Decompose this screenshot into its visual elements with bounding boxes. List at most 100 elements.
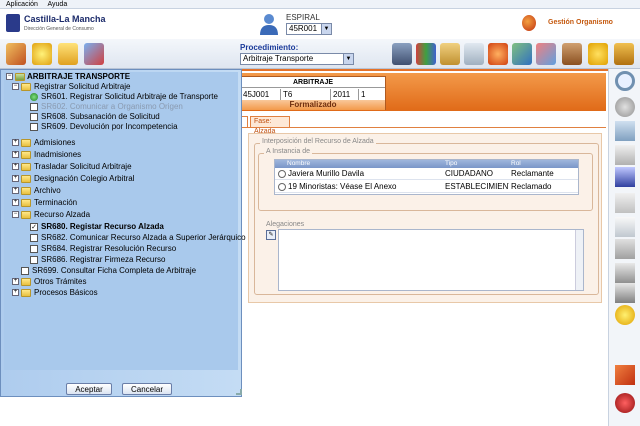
printer-icon[interactable] xyxy=(615,283,635,303)
checkbox[interactable] xyxy=(30,123,38,131)
tree-node-label: Terminación xyxy=(34,198,78,207)
user-icon xyxy=(260,14,278,35)
edit-icon[interactable]: ✎ xyxy=(266,230,276,240)
gestion-organismo-link[interactable]: Gestión Organismo xyxy=(522,15,640,31)
folder-icon xyxy=(21,83,31,91)
espiral-select[interactable]: 45R001 ▼ xyxy=(286,23,332,35)
expand-icon[interactable]: + xyxy=(12,289,19,296)
abacus-icon[interactable] xyxy=(562,43,582,65)
collapse-icon[interactable]: − xyxy=(6,73,13,80)
search-folder-icon[interactable] xyxy=(512,43,532,65)
tag-icon[interactable] xyxy=(536,43,556,65)
cancel-button[interactable]: Cancelar xyxy=(122,383,172,395)
right-sidebar xyxy=(608,69,640,426)
exit-icon[interactable] xyxy=(615,393,635,413)
cell-rol: Reclamado xyxy=(511,182,552,191)
collapse-icon[interactable]: − xyxy=(12,83,19,90)
menu-ayuda[interactable]: Ayuda xyxy=(47,1,67,8)
tab-divider xyxy=(240,127,606,128)
tree-node-label: Procesos Básicos xyxy=(34,288,98,297)
alegaciones-textarea[interactable] xyxy=(278,229,584,291)
tree-leaf-label: SR680. Registar Recurso Alzada xyxy=(41,222,164,231)
active-icon xyxy=(30,93,38,101)
coat-of-arms-icon xyxy=(6,14,20,32)
trash-icon[interactable] xyxy=(615,263,635,283)
cell-tipo: ESTABLECIMIENTO xyxy=(445,182,509,191)
table-row[interactable]: 19 Minoristas: Véase El Anexo ESTABLECIM… xyxy=(275,181,578,193)
tab-fase-alzada[interactable]: Fase: Alzada xyxy=(250,116,290,135)
procedimiento-select[interactable]: Arbitraje Transporte ▼ xyxy=(240,53,354,65)
resize-handle[interactable] xyxy=(236,389,242,395)
tree-leaf-label: SR602. Comunicar a Organismo Origen xyxy=(41,102,183,111)
expand-icon[interactable]: + xyxy=(12,151,19,158)
logo-subtitle: Dirección General de Consumo xyxy=(24,26,94,32)
row-radio[interactable] xyxy=(278,170,286,178)
espiral-value: 45R001 xyxy=(289,24,318,33)
checkbox-checked[interactable]: ✓ xyxy=(30,223,38,231)
copy-icon[interactable] xyxy=(615,217,635,237)
checkbox[interactable] xyxy=(30,113,38,121)
table-row[interactable]: Javiera Murillo Davila CIUDADANO Reclama… xyxy=(275,168,578,180)
expand-icon[interactable]: + xyxy=(12,199,19,206)
cell-rol: Reclamante xyxy=(511,169,554,178)
gestion-organismo-label: Gestión Organismo xyxy=(548,19,613,26)
tree-node-label: Designación Colegio Arbitral xyxy=(34,174,135,183)
tramites-tree: − ARBITRAJE TRANSPORTE − Registrar Solic… xyxy=(4,72,246,370)
collapse-icon[interactable]: − xyxy=(12,211,19,218)
magnifier-icon[interactable] xyxy=(615,71,635,91)
menu-aplicacion[interactable]: Aplicación xyxy=(6,1,38,8)
expand-icon[interactable]: + xyxy=(12,278,19,285)
tree-leaf-label: SR608. Subsanación de Solicitud xyxy=(41,112,160,121)
pages-icon[interactable] xyxy=(615,145,635,165)
checkbox[interactable] xyxy=(30,256,38,264)
tools-icon[interactable] xyxy=(615,365,635,385)
folder-icon xyxy=(21,187,31,195)
checkbox[interactable] xyxy=(21,267,29,275)
save-icon[interactable] xyxy=(615,167,635,187)
folder-icon xyxy=(21,175,31,183)
logo: Castilla-La Mancha Dirección General de … xyxy=(6,12,106,36)
expand-icon[interactable]: + xyxy=(12,139,19,146)
tree-node-label: Archivo xyxy=(34,186,61,195)
checkbox[interactable] xyxy=(30,234,38,242)
record-cell: T6 xyxy=(281,89,331,100)
organism-icon xyxy=(522,15,536,31)
scrollbar[interactable] xyxy=(575,230,583,290)
accept-button[interactable]: Aceptar xyxy=(66,383,112,395)
column-header-rol[interactable]: Rol xyxy=(511,160,521,168)
checkbox[interactable] xyxy=(30,103,38,111)
cut-icon[interactable] xyxy=(615,193,635,213)
folder-icon xyxy=(21,199,31,207)
package-icon[interactable] xyxy=(614,43,634,65)
settings-icon[interactable] xyxy=(615,305,635,325)
attach-icon[interactable] xyxy=(615,239,635,259)
tree-leaf-label: SR684. Registrar Resolución Recurso xyxy=(41,244,177,253)
gear-icon[interactable] xyxy=(588,43,608,65)
procedimiento-label: Procedimiento: xyxy=(240,43,299,52)
users-icon[interactable] xyxy=(84,43,104,65)
tree-leaf-label: SR609. Devolución por Incompetencia xyxy=(41,122,178,131)
menu-bar: Aplicación Ayuda xyxy=(0,0,640,9)
tree-root-icon xyxy=(15,73,25,81)
clipboard-icon[interactable] xyxy=(440,43,460,65)
tools-icon[interactable] xyxy=(6,43,26,65)
expand-icon[interactable]: + xyxy=(12,175,19,182)
record-status: Formalizado xyxy=(241,100,385,110)
row-radio[interactable] xyxy=(278,183,286,191)
record-summary: ARBITRAJE 45J001 T6 2011 1 Formalizado xyxy=(240,76,386,110)
print-preview-icon[interactable] xyxy=(615,121,635,141)
expand-icon[interactable]: + xyxy=(12,163,19,170)
column-header-nombre[interactable]: Nombre xyxy=(287,160,310,168)
tree-leaf-label: SR601. Registrar Solicitud Arbitraje de … xyxy=(41,92,218,101)
computer-icon[interactable] xyxy=(392,43,412,65)
checkbox[interactable] xyxy=(30,245,38,253)
lightbulb-icon[interactable] xyxy=(32,43,52,65)
column-header-tipo[interactable]: Tipo xyxy=(445,160,457,168)
globe-icon[interactable] xyxy=(488,43,508,65)
expand-icon[interactable]: + xyxy=(12,187,19,194)
folder-icon[interactable] xyxy=(58,43,78,65)
books-icon[interactable] xyxy=(416,43,436,65)
back-icon[interactable] xyxy=(615,97,635,117)
document-icon[interactable] xyxy=(464,43,484,65)
chevron-down-icon: ▼ xyxy=(321,24,331,34)
